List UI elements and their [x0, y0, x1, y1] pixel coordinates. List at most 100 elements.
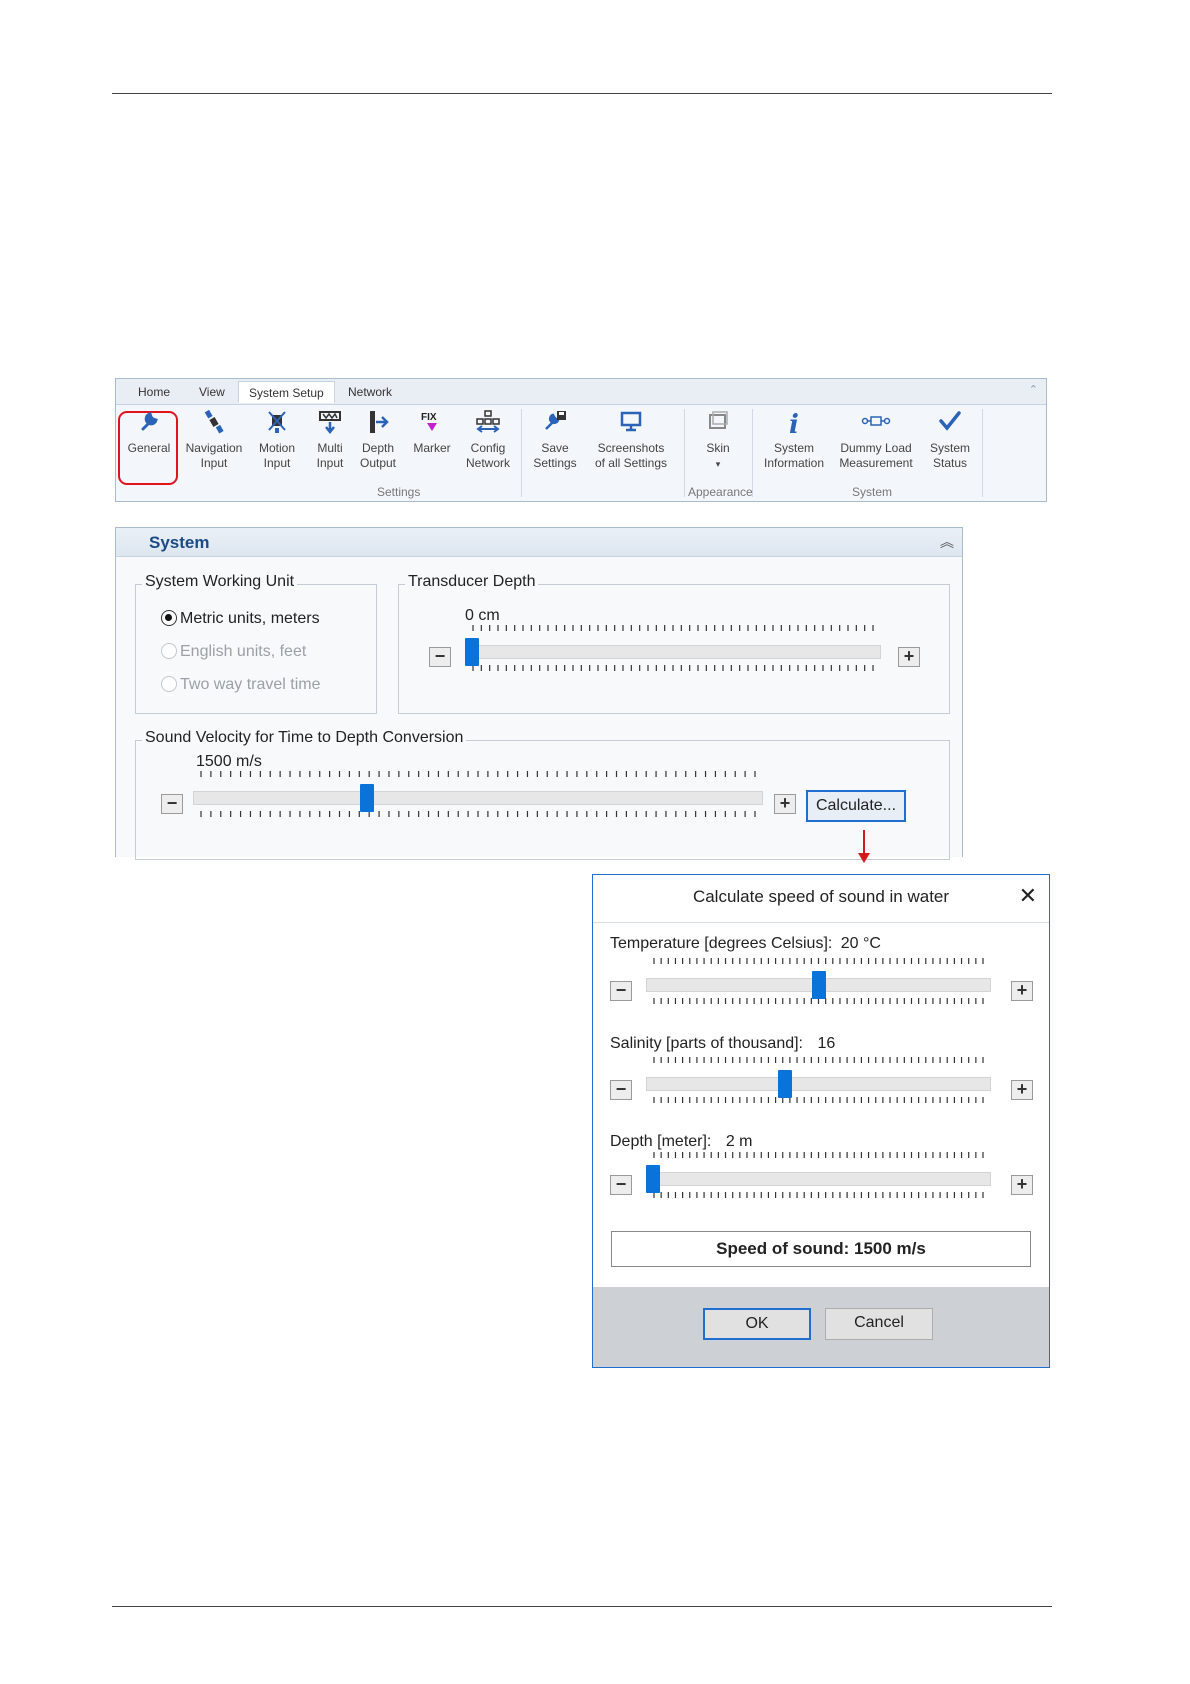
- motion-input-label-2: Input: [263, 456, 291, 470]
- transducer-depth-legend: Transducer Depth: [405, 573, 539, 591]
- ok-button[interactable]: OK: [703, 1308, 811, 1340]
- wrench-icon: [122, 409, 176, 441]
- cancel-button[interactable]: Cancel: [825, 1308, 933, 1340]
- slider-track[interactable]: [465, 645, 881, 659]
- slider-thumb[interactable]: [465, 638, 479, 666]
- depth-label: Depth [meter]:: [610, 1133, 712, 1150]
- sound-velocity-decrease-button[interactable]: −: [161, 794, 183, 814]
- slider-thumb[interactable]: [646, 1165, 660, 1193]
- ribbon-collapse-icon[interactable]: ⌃: [1029, 383, 1038, 396]
- depth-output-label-1: Depth: [361, 441, 395, 455]
- general-button[interactable]: General: [122, 409, 176, 456]
- slider-thumb[interactable]: [811, 971, 826, 999]
- tab-view[interactable]: View: [199, 385, 225, 399]
- ribbon-separator-3: [752, 409, 753, 497]
- multi-input-button[interactable]: Multi Input: [309, 409, 351, 471]
- dummy-load-icon: [833, 409, 919, 441]
- close-icon[interactable]: ✕: [1019, 883, 1037, 909]
- config-network-button[interactable]: Config Network: [461, 409, 515, 471]
- slider-track[interactable]: [193, 791, 763, 805]
- navigation-input-label-1: Navigation: [185, 441, 243, 455]
- system-information-label-2: Information: [763, 456, 825, 470]
- slider-ticks-top: [653, 958, 984, 964]
- dialog-title: Calculate speed of sound in water: [692, 887, 950, 906]
- temperature-label: Temperature [degrees Celsius]:: [610, 935, 833, 952]
- calculate-button[interactable]: Calculate...: [806, 790, 906, 822]
- system-information-label-1: System: [773, 441, 814, 455]
- callout-arrow-head: [858, 853, 870, 863]
- temperature-value: 20 °C: [840, 935, 881, 952]
- network-config-icon: [461, 409, 515, 441]
- system-panel-header: System ︽: [116, 528, 962, 557]
- salinity-increase-button[interactable]: +: [1011, 1080, 1033, 1100]
- slider-thumb[interactable]: [778, 1070, 793, 1098]
- skin-label: Skin: [706, 441, 730, 455]
- save-settings-button[interactable]: Save Settings: [529, 409, 581, 471]
- system-status-button[interactable]: System Status: [924, 409, 976, 471]
- screenshots-label-1: Screenshots: [597, 441, 665, 455]
- group-label-system: System: [852, 485, 893, 499]
- salinity-label: Salinity [parts of thousand]:: [610, 1035, 803, 1052]
- skin-button[interactable]: Skin ▾: [690, 409, 746, 472]
- radio-two-way-travel-time[interactable]: Two way travel time: [161, 676, 320, 694]
- multi-input-label-2: Input: [316, 456, 344, 470]
- system-information-button[interactable]: i System Information: [759, 409, 829, 471]
- system-panel-title: System: [149, 533, 210, 552]
- dialog-footer: OK Cancel: [593, 1287, 1049, 1367]
- system-status-label-2: Status: [932, 456, 968, 470]
- salinity-value: 16: [817, 1035, 836, 1052]
- checkmark-icon: [924, 409, 976, 441]
- depth-output-button[interactable]: Depth Output: [356, 409, 400, 471]
- transducer-depth-increase-button[interactable]: +: [898, 647, 920, 667]
- marker-button[interactable]: FIX Marker: [408, 409, 456, 456]
- speed-of-sound-dialog: Calculate speed of sound in water ✕ Temp…: [592, 874, 1050, 1368]
- radio-metric-units[interactable]: Metric units, meters: [161, 610, 320, 628]
- slider-ticks-bottom: [653, 1097, 984, 1103]
- depth-increase-button[interactable]: +: [1011, 1175, 1033, 1195]
- tab-network[interactable]: Network: [348, 385, 392, 399]
- panel-collapse-icon[interactable]: ︽: [940, 532, 954, 552]
- depth-value: 2 m: [725, 1133, 753, 1150]
- group-label-settings: Settings: [377, 485, 421, 499]
- skin-dropdown-icon: ▾: [715, 459, 721, 469]
- temperature-increase-button[interactable]: +: [1011, 981, 1033, 1001]
- motion-input-button[interactable]: Motion Input: [250, 409, 304, 471]
- depth-decrease-button[interactable]: −: [610, 1175, 632, 1195]
- radio-metric-label: Metric units, meters: [180, 610, 320, 627]
- navigation-input-button[interactable]: Navigation Input: [183, 409, 245, 471]
- slider-ticks-bottom: [472, 665, 874, 671]
- salinity-decrease-button[interactable]: −: [610, 1080, 632, 1100]
- radio-english-units[interactable]: English units, feet: [161, 643, 306, 661]
- radio-empty-icon: [161, 676, 177, 692]
- tab-home[interactable]: Home: [138, 385, 170, 399]
- slider-ticks-top: [653, 1152, 984, 1158]
- slider-ticks-top: [653, 1057, 984, 1063]
- group-label-appearance: Appearance: [688, 485, 753, 499]
- dialog-header-divider: [593, 922, 1049, 923]
- monitor-icon: [584, 409, 678, 441]
- slider-track[interactable]: [646, 1077, 991, 1091]
- transducer-depth-decrease-button[interactable]: −: [429, 647, 451, 667]
- navigation-input-label-2: Input: [200, 456, 228, 470]
- header-rule: [112, 93, 1052, 94]
- slider-ticks-bottom: [653, 1192, 984, 1198]
- config-network-label-1: Config: [470, 441, 506, 455]
- marker-label: Marker: [413, 441, 451, 455]
- save-settings-label-1: Save: [541, 441, 569, 455]
- screenshots-label-2: of all Settings: [594, 456, 668, 470]
- ribbon-separator-4: [982, 409, 983, 497]
- slider-ticks-bottom: [200, 811, 756, 817]
- slider-thumb[interactable]: [359, 784, 374, 812]
- screenshots-button[interactable]: Screenshots of all Settings: [584, 409, 678, 471]
- dummy-load-button[interactable]: Dummy Load Measurement: [833, 409, 919, 471]
- multi-input-label-1: Multi: [317, 441, 343, 455]
- tab-system-setup[interactable]: System Setup: [238, 381, 335, 403]
- info-icon: i: [789, 410, 799, 440]
- slider-ticks-top: [200, 771, 756, 777]
- transducer-depth-value: 0 cm: [465, 607, 500, 624]
- general-button-label: General: [127, 441, 171, 455]
- ribbon-separator-1: [521, 409, 522, 497]
- temperature-decrease-button[interactable]: −: [610, 981, 632, 1001]
- slider-track[interactable]: [646, 1172, 991, 1186]
- sound-velocity-increase-button[interactable]: +: [774, 794, 796, 814]
